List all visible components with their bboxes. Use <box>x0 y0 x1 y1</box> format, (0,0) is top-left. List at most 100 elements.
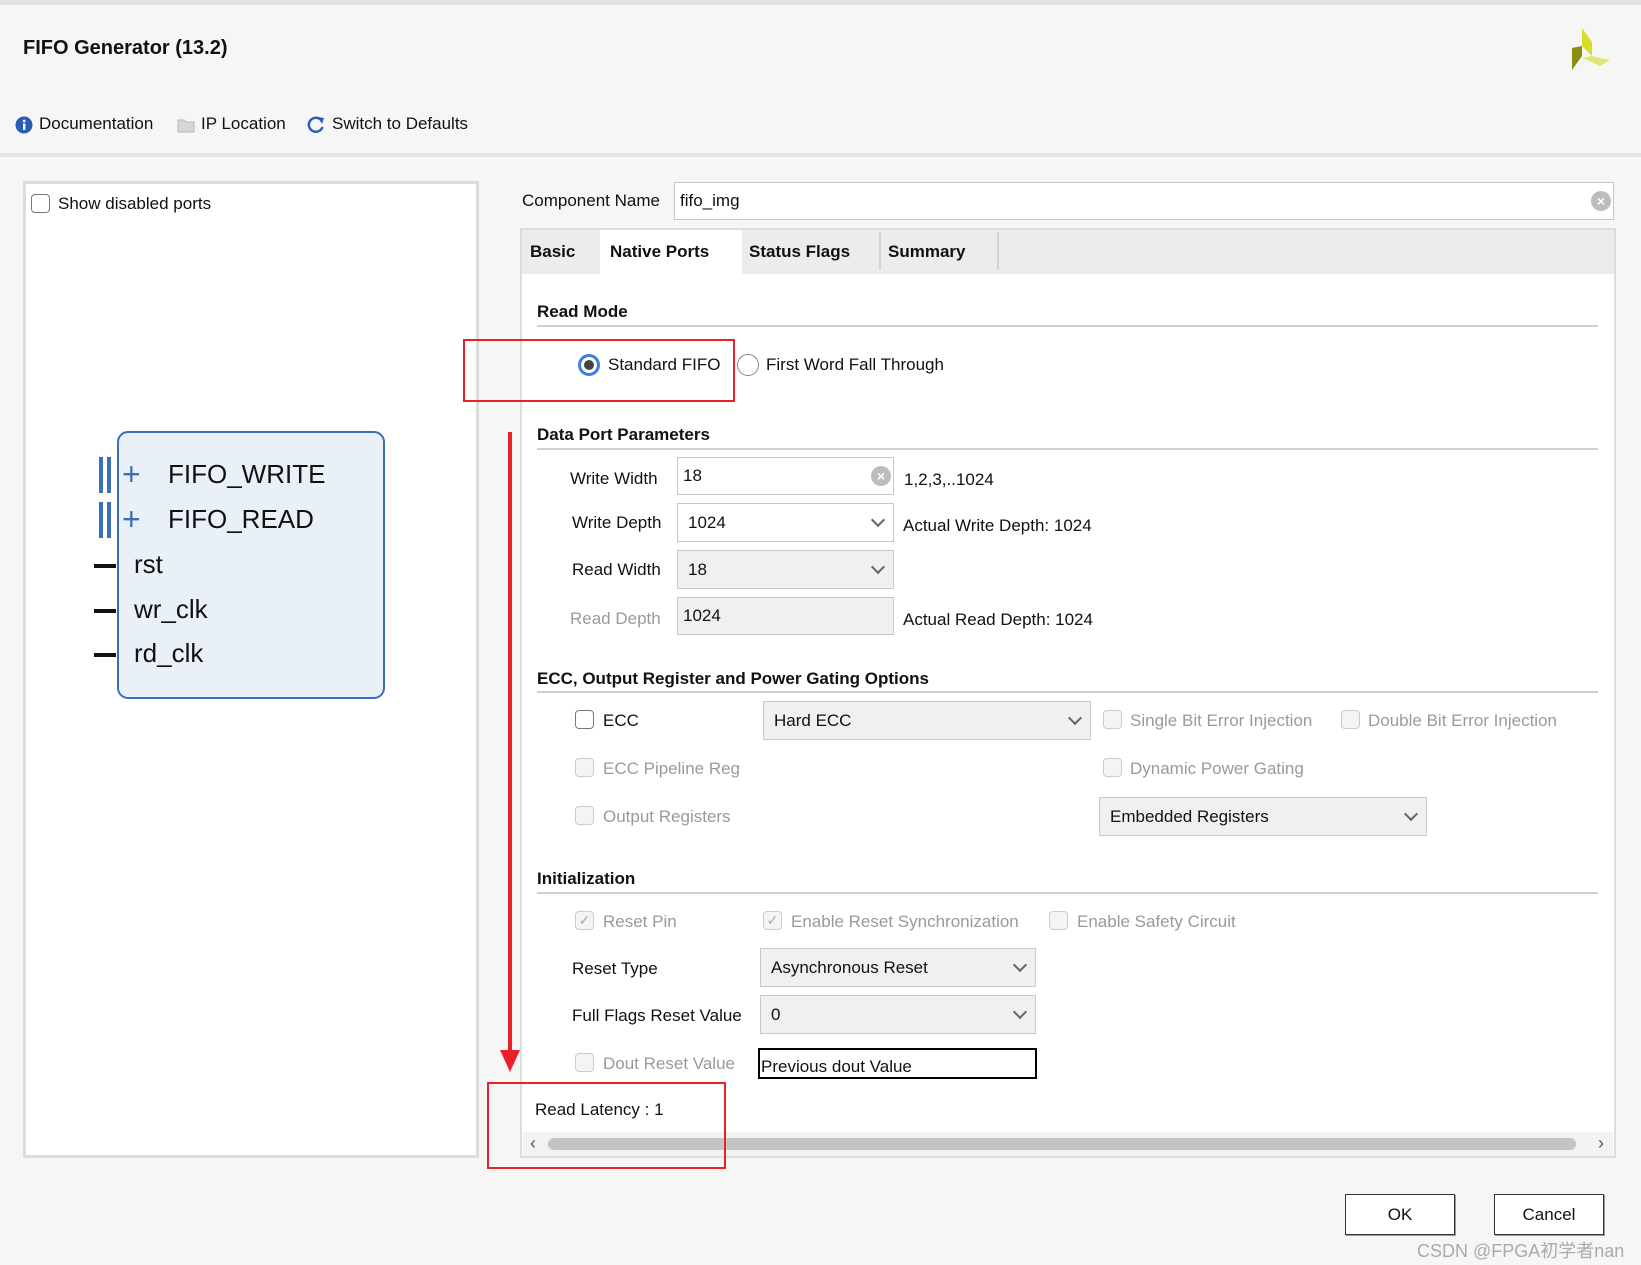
tab-native-ports[interactable]: Native Ports <box>600 230 742 274</box>
show-disabled-ports-checkbox[interactable] <box>31 194 50 213</box>
read-mode-heading: Read Mode <box>537 302 628 321</box>
documentation-link[interactable]: Documentation <box>39 114 153 134</box>
reset-sync-checkbox[interactable]: ✓ <box>763 911 782 930</box>
double-bit-error-checkbox[interactable] <box>1341 710 1360 729</box>
output-registers-label: Output Registers <box>603 807 731 826</box>
read-depth-value: 1024 <box>683 606 721 625</box>
clear-icon[interactable]: × <box>1591 191 1611 211</box>
watermark: CSDN @FPGA初学者nan <box>1417 1241 1625 1261</box>
ecc-checkbox[interactable] <box>575 710 594 729</box>
double-bit-error-label: Double Bit Error Injection <box>1368 711 1557 730</box>
port-fifo-read: FIFO_READ <box>168 504 314 534</box>
chevron-down-icon <box>1067 710 1083 726</box>
write-width-input[interactable]: 18 <box>677 457 894 495</box>
read-width-select[interactable]: 18 <box>677 550 894 589</box>
write-depth-select[interactable]: 1024 <box>677 503 894 542</box>
refresh-icon <box>307 116 324 133</box>
dynamic-power-gating-checkbox[interactable] <box>1103 758 1122 777</box>
window-top-border <box>0 0 1641 5</box>
reset-type-label: Reset Type <box>572 959 658 978</box>
initialization-heading: Initialization <box>537 869 636 888</box>
output-registers-checkbox[interactable] <box>575 806 594 825</box>
write-width-range: 1,2,3,..1024 <box>904 470 994 489</box>
folder-icon <box>177 119 195 133</box>
chevron-down-icon <box>870 559 886 575</box>
expand-fifo-read-icon[interactable]: + <box>122 501 141 537</box>
tab-status-flags[interactable]: Status Flags <box>739 230 860 274</box>
port-fifo-write: FIFO_WRITE <box>168 459 326 489</box>
annotation-arrow <box>500 432 520 1072</box>
single-bit-error-checkbox[interactable] <box>1103 710 1122 729</box>
port-wr-clk: wr_clk <box>134 594 208 624</box>
bus-bar <box>107 502 111 538</box>
fwft-radio[interactable] <box>737 354 759 376</box>
ecc-heading: ECC, Output Register and Power Gating Op… <box>537 669 929 688</box>
write-depth-value: 1024 <box>688 512 726 532</box>
dout-reset-label: Dout Reset Value <box>603 1054 735 1073</box>
reset-pin-checkbox[interactable]: ✓ <box>575 911 594 930</box>
clear-icon[interactable]: × <box>871 466 891 486</box>
write-depth-label: Write Depth <box>572 513 662 532</box>
expand-fifo-write-icon[interactable]: + <box>122 456 141 492</box>
xilinx-logo <box>1572 28 1610 70</box>
read-width-label: Read Width <box>572 560 661 579</box>
switch-to-defaults-link[interactable]: Switch to Defaults <box>332 114 468 134</box>
chevron-down-icon <box>870 512 886 528</box>
port-rst: rst <box>134 549 163 579</box>
show-disabled-ports-label: Show disabled ports <box>58 194 212 213</box>
dout-reset-value-input[interactable]: Previous dout Value <box>758 1048 1037 1079</box>
ecc-type-select[interactable]: Hard ECC <box>763 701 1091 740</box>
annotation-box-read-mode <box>463 339 735 402</box>
read-depth-input: 1024 <box>677 597 894 635</box>
actual-write-depth: Actual Write Depth: 1024 <box>903 516 1092 535</box>
dynamic-power-gating-label: Dynamic Power Gating <box>1130 759 1304 778</box>
output-register-type-value: Embedded Registers <box>1110 806 1269 826</box>
dout-reset-value: Previous dout Value <box>761 1057 912 1076</box>
full-flags-reset-value: 0 <box>771 1004 781 1024</box>
safety-circuit-checkbox[interactable] <box>1049 911 1068 930</box>
tab-basic[interactable]: Basic <box>520 230 585 274</box>
scroll-right-icon[interactable]: › <box>1598 1133 1604 1154</box>
ip-location-link[interactable]: IP Location <box>201 114 286 134</box>
section-divider <box>537 691 1598 693</box>
bus-bar <box>99 502 103 538</box>
chevron-down-icon <box>1403 806 1419 822</box>
chevron-down-icon <box>1012 957 1028 973</box>
full-flags-reset-label: Full Flags Reset Value <box>572 1006 742 1025</box>
read-depth-label: Read Depth <box>570 609 661 628</box>
tab-summary[interactable]: Summary <box>878 230 975 274</box>
read-width-value: 18 <box>688 559 707 579</box>
annotation-box-read-latency <box>487 1082 726 1169</box>
reset-type-select[interactable]: Asynchronous Reset <box>760 948 1036 987</box>
chevron-down-icon <box>1012 1004 1028 1020</box>
dout-reset-checkbox[interactable] <box>575 1053 594 1072</box>
single-bit-error-label: Single Bit Error Injection <box>1130 711 1313 730</box>
section-divider <box>537 892 1598 894</box>
bus-bar <box>107 457 111 493</box>
reset-pin-label: Reset Pin <box>603 912 677 931</box>
section-divider <box>537 448 1598 450</box>
pin-line <box>94 653 116 657</box>
ecc-pipeline-label: ECC Pipeline Reg <box>603 759 741 778</box>
write-width-value: 18 <box>683 466 702 485</box>
bus-bar <box>99 457 103 493</box>
window-title: FIFO Generator (13.2) <box>23 37 228 59</box>
ecc-pipeline-checkbox[interactable] <box>575 758 594 777</box>
output-register-type-select[interactable]: Embedded Registers <box>1099 797 1427 836</box>
tab-separator <box>997 232 999 270</box>
component-name-label: Component Name <box>522 191 660 210</box>
ecc-label: ECC <box>603 711 639 730</box>
ok-button[interactable]: OK <box>1345 1194 1455 1235</box>
pin-line <box>94 609 116 613</box>
data-port-heading: Data Port Parameters <box>537 425 710 444</box>
write-width-label: Write Width <box>570 469 658 488</box>
full-flags-reset-select[interactable]: 0 <box>760 995 1036 1034</box>
safety-circuit-label: Enable Safety Circuit <box>1077 912 1236 931</box>
fwft-label: First Word Fall Through <box>766 355 944 374</box>
ecc-type-value: Hard ECC <box>774 710 852 730</box>
section-divider <box>537 325 1598 327</box>
reset-sync-label: Enable Reset Synchronization <box>791 912 1019 931</box>
port-rd-clk: rd_clk <box>134 638 204 668</box>
component-name-input[interactable]: fifo_img <box>674 182 1614 220</box>
cancel-button[interactable]: Cancel <box>1494 1194 1604 1235</box>
